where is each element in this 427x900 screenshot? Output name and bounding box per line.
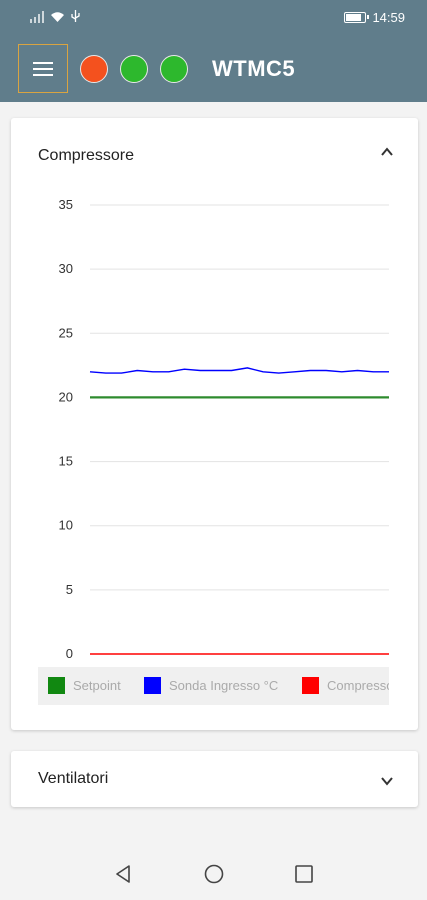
y-tick-label: 0 <box>66 646 73 661</box>
series-line-sonda-ingresso-c <box>89 367 389 374</box>
recents-icon[interactable] <box>291 861 317 887</box>
ventilatori-title: Ventilatori <box>38 770 109 787</box>
legend-swatch-sonda <box>144 677 161 694</box>
chart-legend: Setpoint Sonda Ingresso °C Compressore <box>38 667 389 705</box>
legend-item-compressore[interactable]: Compressore <box>302 677 389 694</box>
system-nav-bar <box>0 848 427 900</box>
legend-label-sonda: Sonda Ingresso °C <box>169 678 279 693</box>
legend-label-compressore: Compressore <box>327 678 389 693</box>
legend-swatch-compressore <box>302 677 319 694</box>
compressore-chart: 35 30 25 20 15 10 5 0 <box>59 197 389 661</box>
legend-swatch-setpoint <box>48 677 65 694</box>
chevron-down-icon[interactable] <box>380 774 394 788</box>
legend-label-setpoint: Setpoint <box>73 678 121 693</box>
ventilatori-panel[interactable]: Ventilatori <box>11 751 418 807</box>
y-tick-label: 5 <box>66 582 73 597</box>
y-tick-label: 30 <box>59 261 73 276</box>
y-tick-label: 20 <box>59 389 73 404</box>
legend-item-sonda[interactable]: Sonda Ingresso °C <box>144 677 278 694</box>
y-tick-label: 10 <box>59 518 73 533</box>
back-icon[interactable] <box>110 861 136 887</box>
home-icon[interactable] <box>201 861 227 887</box>
y-tick-label: 35 <box>59 197 73 212</box>
legend-item-setpoint[interactable]: Setpoint <box>48 677 121 694</box>
y-tick-label: 15 <box>59 454 73 469</box>
y-tick-label: 25 <box>59 325 73 340</box>
